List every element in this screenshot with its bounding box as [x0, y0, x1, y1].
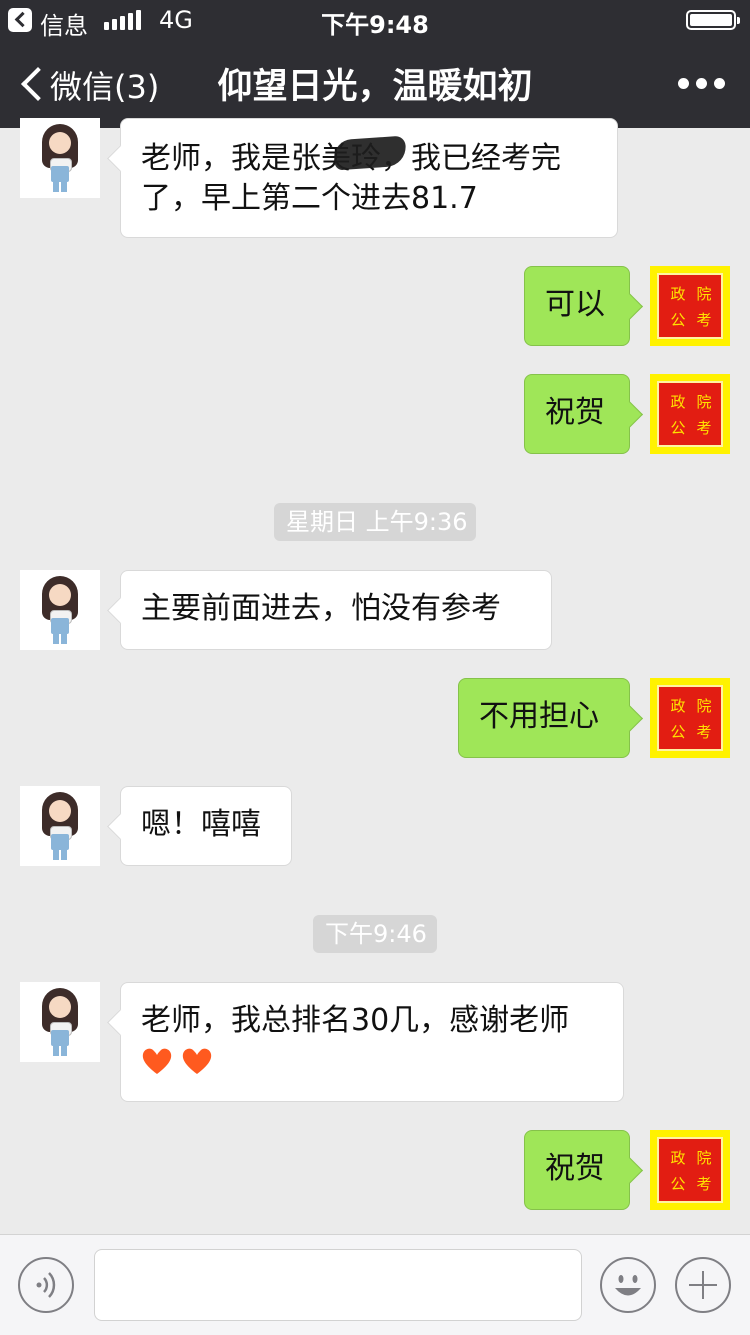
seal-logo-icon: 政院 公考 — [657, 685, 723, 751]
message-bubble[interactable]: 主要前面进去，怕没有参考 — [120, 570, 552, 650]
seal-logo-icon: 政院 公考 — [657, 381, 723, 447]
emoji-button[interactable] — [600, 1257, 656, 1313]
voice-input-button[interactable] — [18, 1257, 74, 1313]
message-text: 嗯！嘻嘻 — [141, 807, 261, 842]
chat-title: 仰望日光，温暖如初 — [217, 67, 533, 107]
avatar[interactable] — [20, 118, 100, 198]
message-text: 祝贺 — [545, 395, 605, 430]
status-time: 下午9:48 — [321, 11, 429, 39]
avatar[interactable] — [20, 982, 100, 1062]
heart-emoji-icon — [182, 1048, 212, 1074]
heart-emojis — [141, 1041, 603, 1081]
message-bubble[interactable]: 不用担心 — [458, 678, 630, 758]
avatar[interactable] — [20, 570, 100, 650]
message-text: 不用担心 — [479, 699, 599, 734]
voice-wave-icon — [36, 1272, 56, 1298]
seal-logo-icon: 政院 公考 — [657, 273, 723, 339]
message-bubble[interactable]: 老师，我是张美玲，我已经考完了，早上第二个进去81.7 — [120, 118, 618, 238]
smiley-face-icon — [615, 1275, 641, 1296]
message-text: 主要前面进去，怕没有参考 — [141, 591, 501, 626]
more-functions-button[interactable] — [675, 1257, 731, 1313]
top-bar: 信息 4G 下午9:48 微信(3) 仰望日光，温暖如初 — [0, 0, 750, 128]
message-bubble[interactable]: 可以 — [524, 266, 630, 346]
seal-logo-icon: 政院 公考 — [657, 1137, 723, 1203]
timestamp: 星期日 上午9:36 — [274, 503, 476, 541]
status-bar: 信息 4G 下午9:48 — [0, 0, 750, 40]
avatar-seal[interactable]: 政院 公考 — [650, 1130, 730, 1210]
timestamp: 下午9:46 — [313, 915, 437, 953]
message-text: 老师，我总排名30几，感谢老师 — [141, 1003, 570, 1038]
input-bar — [0, 1234, 750, 1335]
message-bubble[interactable]: 嗯！嘻嘻 — [120, 786, 292, 866]
message-input[interactable] — [94, 1249, 582, 1321]
battery-icon — [686, 10, 740, 30]
message-text: 祝贺 — [545, 1151, 605, 1186]
message-bubble[interactable]: 祝贺 — [524, 374, 630, 454]
avatar-seal[interactable]: 政院 公考 — [650, 374, 730, 454]
avatar-seal[interactable]: 政院 公考 — [650, 266, 730, 346]
message-text: 可以 — [545, 287, 605, 322]
heart-emoji-icon — [142, 1048, 172, 1074]
message-bubble[interactable]: 老师，我总排名30几，感谢老师 — [120, 982, 624, 1102]
message-bubble[interactable]: 祝贺 — [524, 1130, 630, 1210]
avatar-seal[interactable]: 政院 公考 — [650, 678, 730, 758]
avatar[interactable] — [20, 786, 100, 866]
